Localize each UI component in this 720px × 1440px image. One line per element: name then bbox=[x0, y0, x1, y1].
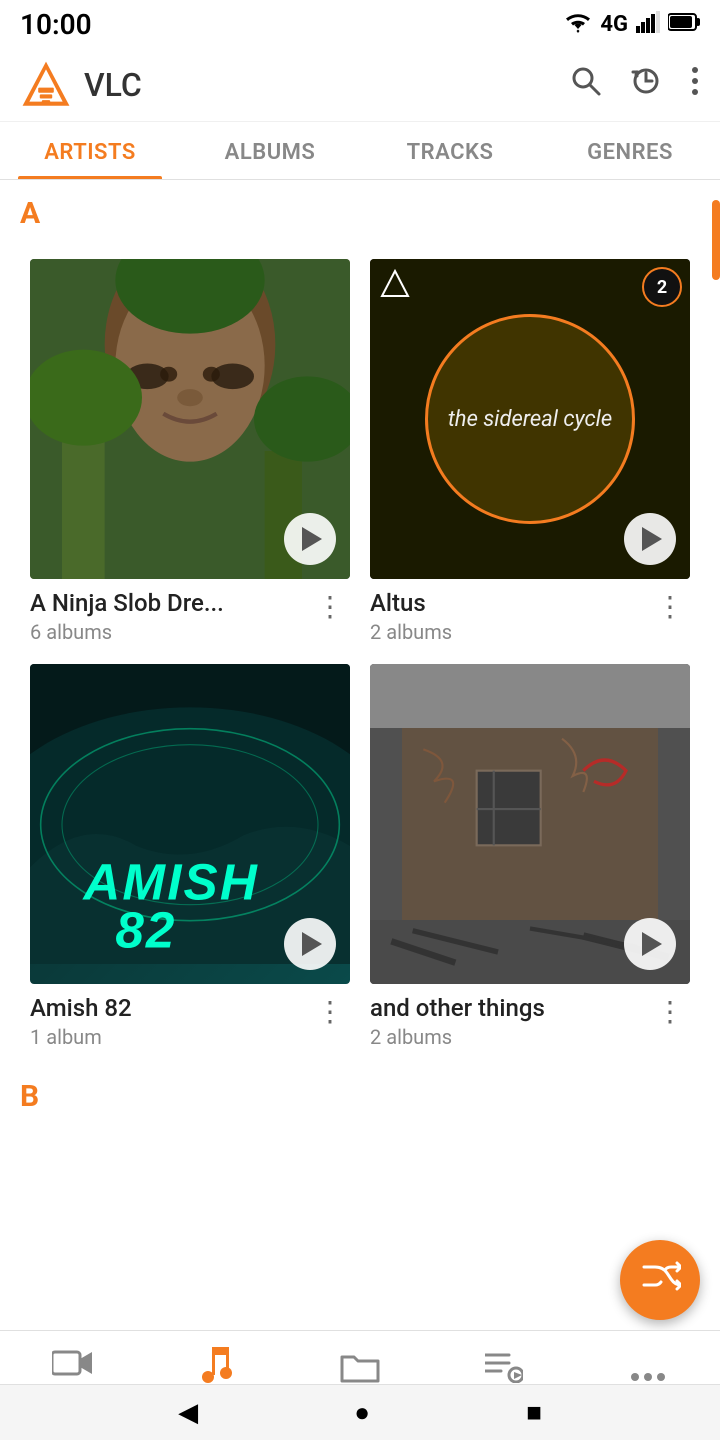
shuffle-fab[interactable] bbox=[620, 1240, 700, 1320]
tab-albums[interactable]: ALBUMS bbox=[180, 122, 360, 179]
artist-name-ninja: A Ninja Slob Dre... bbox=[30, 589, 224, 617]
app-logo bbox=[20, 59, 72, 111]
artist-more-amish[interactable]: ⋮ bbox=[310, 994, 350, 1030]
artist-name-otherthings: and other things bbox=[370, 994, 545, 1022]
app-bar-actions bbox=[570, 65, 700, 105]
tab-tracks[interactable]: TRACKS bbox=[360, 122, 540, 179]
altus-badge: 2 bbox=[642, 267, 682, 307]
battery-icon bbox=[668, 12, 700, 38]
scroll-indicator bbox=[712, 200, 720, 280]
status-icons: 4G bbox=[564, 11, 700, 39]
artist-thumb-amish: AMISH 82 bbox=[30, 664, 350, 984]
play-btn-altus[interactable] bbox=[624, 513, 676, 565]
status-time: 10:00 bbox=[20, 8, 92, 41]
network-icon: 4G bbox=[600, 12, 628, 37]
android-nav: ◀ ● ■ bbox=[0, 1384, 720, 1440]
artist-more-altus[interactable]: ⋮ bbox=[650, 589, 690, 625]
tab-bar: ARTISTS ALBUMS TRACKS GENRES bbox=[0, 122, 720, 180]
artist-more-ninja[interactable]: ⋮ bbox=[310, 589, 350, 625]
artist-info-ninja: A Ninja Slob Dre... 6 albums ⋮ bbox=[30, 589, 350, 644]
more-vert-icon[interactable] bbox=[690, 65, 700, 105]
app-title: VLC bbox=[84, 66, 570, 104]
artist-name-amish: Amish 82 bbox=[30, 994, 132, 1022]
content: A bbox=[0, 180, 720, 1314]
svg-text:82: 82 bbox=[115, 901, 176, 958]
tab-artists[interactable]: ARTISTS bbox=[0, 122, 180, 179]
search-icon[interactable] bbox=[570, 65, 602, 105]
artist-albums-ninja: 6 albums bbox=[30, 620, 224, 644]
play-btn-amish[interactable] bbox=[284, 918, 336, 970]
wifi-icon bbox=[564, 11, 592, 39]
artist-info-amish: Amish 82 1 album ⋮ bbox=[30, 994, 350, 1049]
artist-card-ninja[interactable]: A Ninja Slob Dre... 6 albums ⋮ bbox=[20, 249, 360, 654]
artist-info-altus: Altus 2 albums ⋮ bbox=[370, 589, 690, 644]
artist-card-amish[interactable]: AMISH 82 Amish 82 1 album ⋮ bbox=[20, 654, 360, 1059]
section-header-b: B bbox=[0, 1069, 720, 1114]
artist-thumb-otherthings bbox=[370, 664, 690, 984]
tab-genres[interactable]: GENRES bbox=[540, 122, 720, 179]
home-button[interactable]: ● bbox=[354, 1397, 370, 1428]
play-btn-ninja[interactable] bbox=[284, 513, 336, 565]
status-bar: 10:00 4G bbox=[0, 0, 720, 49]
section-header-a: A bbox=[0, 180, 720, 239]
shuffle-icon bbox=[639, 1255, 681, 1305]
recents-button[interactable]: ■ bbox=[526, 1397, 542, 1428]
back-button[interactable]: ◀ bbox=[178, 1398, 198, 1428]
signal-icon bbox=[636, 11, 660, 39]
artist-card-altus[interactable]: 2 the sidereal cycle Altus 2 albums bbox=[360, 249, 700, 654]
artist-albums-otherthings: 2 albums bbox=[370, 1025, 545, 1049]
artist-card-otherthings[interactable]: and other things 2 albums ⋮ bbox=[360, 654, 700, 1059]
play-btn-otherthings[interactable] bbox=[624, 918, 676, 970]
artist-albums-altus: 2 albums bbox=[370, 620, 452, 644]
artist-name-altus: Altus bbox=[370, 589, 452, 617]
artist-info-otherthings: and other things 2 albums ⋮ bbox=[370, 994, 690, 1049]
artist-thumb-ninja bbox=[30, 259, 350, 579]
altus-subtitle: the sidereal cycle bbox=[432, 391, 628, 448]
artists-grid: A Ninja Slob Dre... 6 albums ⋮ bbox=[0, 239, 720, 1069]
artist-thumb-altus: 2 the sidereal cycle bbox=[370, 259, 690, 579]
artist-more-otherthings[interactable]: ⋮ bbox=[650, 994, 690, 1030]
artist-albums-amish: 1 album bbox=[30, 1025, 132, 1049]
app-bar: VLC bbox=[0, 49, 720, 122]
history-icon[interactable] bbox=[630, 65, 662, 105]
